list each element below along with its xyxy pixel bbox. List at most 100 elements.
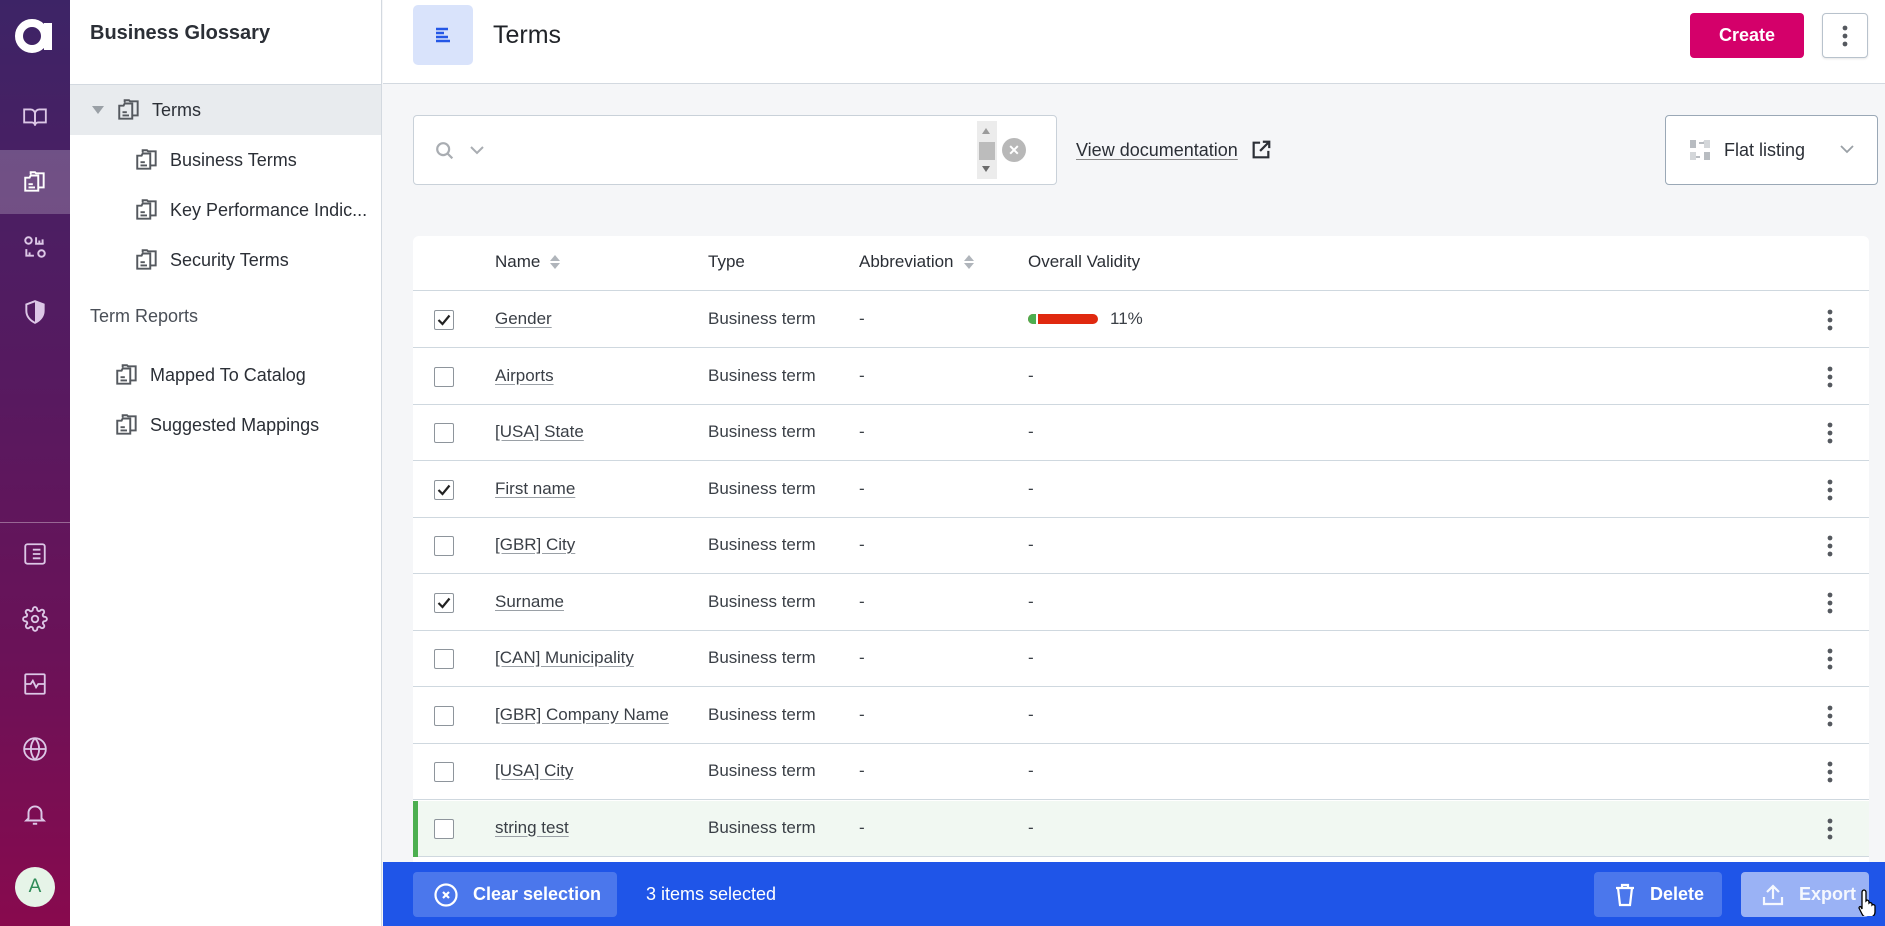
row-checkbox[interactable] — [434, 310, 454, 330]
row-actions-button[interactable] — [1818, 365, 1842, 389]
caret-down-icon[interactable] — [92, 106, 104, 114]
rail-item-global[interactable] — [0, 717, 70, 781]
clear-search-icon[interactable]: ✕ — [1002, 138, 1026, 162]
scroll-thumb[interactable] — [979, 142, 995, 160]
row-checkbox[interactable] — [434, 649, 454, 669]
term-type: Business term — [708, 817, 816, 837]
term-name-link[interactable]: [GBR] City — [495, 535, 575, 555]
delete-button[interactable]: Delete — [1594, 872, 1722, 917]
create-button[interactable]: Create — [1690, 13, 1804, 58]
column-label: Overall Validity — [1028, 252, 1141, 271]
row-actions-button[interactable] — [1818, 591, 1842, 615]
clear-selection-button[interactable]: Clear selection — [413, 872, 617, 917]
row-actions-button[interactable] — [1818, 478, 1842, 502]
column-header-abbreviation[interactable]: Abbreviation — [859, 252, 974, 272]
term-name-link[interactable]: string test — [495, 818, 569, 838]
checkmark-icon — [437, 484, 451, 496]
table-row[interactable]: [USA] State Business term - - — [413, 405, 1869, 461]
term-name-link[interactable]: Surname — [495, 592, 564, 612]
term-abbreviation: - — [859, 591, 865, 611]
monitor-pulse-icon — [24, 673, 46, 695]
table-row[interactable]: Gender Business term - 11% — [413, 292, 1869, 348]
tree-item-kpi[interactable]: Key Performance Indic... — [70, 185, 381, 235]
table-row[interactable]: First name Business term - - — [413, 462, 1869, 518]
user-avatar[interactable]: A — [15, 867, 55, 907]
sort-icon[interactable] — [963, 255, 974, 269]
report-item-mapped-to-catalog[interactable]: Mapped To Catalog — [70, 350, 381, 400]
column-header-name[interactable]: Name — [495, 252, 561, 272]
table-row[interactable]: Airports Business term - - — [413, 349, 1869, 405]
rail-item-monitoring[interactable] — [0, 652, 70, 716]
row-checkbox[interactable] — [434, 423, 454, 443]
ataccama-logo-icon[interactable] — [14, 14, 56, 56]
column-label: Name — [495, 252, 541, 271]
folder-doc-icon — [136, 199, 157, 220]
rail-item-tasks[interactable] — [0, 522, 70, 586]
row-checkbox[interactable] — [434, 366, 454, 387]
rail-item-glossary[interactable] — [0, 150, 70, 214]
search-scrollbar[interactable] — [977, 121, 997, 179]
term-name-link[interactable]: [GBR] Company Name — [495, 705, 669, 725]
table-row[interactable]: [CAN] Municipality Business term - - — [413, 631, 1869, 687]
overall-validity: - — [1028, 479, 1034, 499]
row-actions-button[interactable] — [1818, 534, 1842, 558]
table-row[interactable]: string test Business term - - — [413, 800, 1869, 857]
row-checkbox[interactable] — [434, 536, 454, 556]
term-type: Business term — [708, 478, 816, 498]
row-actions-button[interactable] — [1818, 308, 1842, 332]
term-name-link[interactable]: Airports — [495, 366, 554, 386]
term-name-link[interactable]: [USA] State — [495, 422, 584, 442]
row-actions-button[interactable] — [1818, 760, 1842, 784]
table-row[interactable]: Surname Business term - - — [413, 575, 1869, 631]
scroll-up-arrow-icon[interactable] — [982, 128, 990, 134]
table-header: Name Type Abbreviation Overall Validity — [413, 236, 1869, 291]
overall-validity: - — [1028, 761, 1034, 781]
row-checkbox[interactable] — [434, 592, 454, 613]
overall-validity: - — [1028, 592, 1034, 612]
rail-item-data-quality[interactable] — [0, 215, 70, 279]
chevron-down-icon[interactable] — [469, 144, 485, 156]
row-checkbox[interactable] — [434, 762, 454, 782]
row-actions-button[interactable] — [1818, 421, 1842, 445]
rail-item-knowledge-catalog[interactable] — [0, 85, 70, 149]
search-input[interactable] — [504, 131, 984, 171]
rail-item-notifications[interactable] — [0, 782, 70, 846]
overall-validity: 11% — [1028, 309, 1143, 329]
align-left-icon — [436, 27, 450, 43]
more-vertical-icon — [1827, 648, 1833, 670]
term-type: Business term — [708, 704, 816, 724]
book-open-icon — [23, 108, 47, 126]
table-row[interactable]: [GBR] Company Name Business term - - — [413, 688, 1869, 744]
tree-item-business-terms[interactable]: Business Terms — [70, 135, 381, 185]
report-item-suggested-mappings[interactable]: Suggested Mappings — [70, 400, 381, 450]
rail-item-security[interactable] — [0, 280, 70, 344]
term-name-link[interactable]: [CAN] Municipality — [495, 648, 634, 668]
listing-mode-select[interactable]: Flat listing — [1665, 115, 1878, 185]
scroll-down-arrow-icon[interactable] — [982, 166, 990, 172]
table-row[interactable]: [USA] City Business term - - — [413, 744, 1869, 800]
rail-item-settings[interactable] — [0, 587, 70, 651]
export-label: Export — [1799, 884, 1857, 904]
export-button[interactable]: Export — [1741, 872, 1869, 917]
term-name-link[interactable]: [USA] City — [495, 761, 573, 781]
row-checkbox[interactable] — [434, 705, 454, 726]
row-actions-button[interactable] — [1818, 704, 1842, 728]
row-actions-button[interactable] — [1818, 647, 1842, 671]
row-checkbox[interactable] — [434, 818, 454, 839]
tree-item-label: Business Terms — [170, 149, 297, 170]
tree-item-security-terms[interactable]: Security Terms — [70, 235, 381, 285]
overall-validity: - — [1028, 422, 1034, 442]
search-icon[interactable] — [434, 140, 456, 162]
row-checkbox[interactable] — [434, 479, 454, 500]
validity-bar — [1028, 314, 1098, 324]
row-actions-button[interactable] — [1818, 817, 1842, 841]
sort-icon[interactable] — [550, 255, 561, 269]
term-type: Business term — [708, 422, 816, 441]
term-name-link[interactable]: First name — [495, 479, 575, 499]
table-row[interactable]: [GBR] City Business term - - — [413, 518, 1869, 574]
header-more-button[interactable] — [1822, 13, 1868, 58]
term-name-link[interactable]: Gender — [495, 309, 552, 329]
tree-item-terms[interactable]: Terms — [70, 85, 381, 135]
view-documentation-link[interactable]: View documentation — [1076, 139, 1272, 161]
bell-icon — [23, 805, 47, 825]
